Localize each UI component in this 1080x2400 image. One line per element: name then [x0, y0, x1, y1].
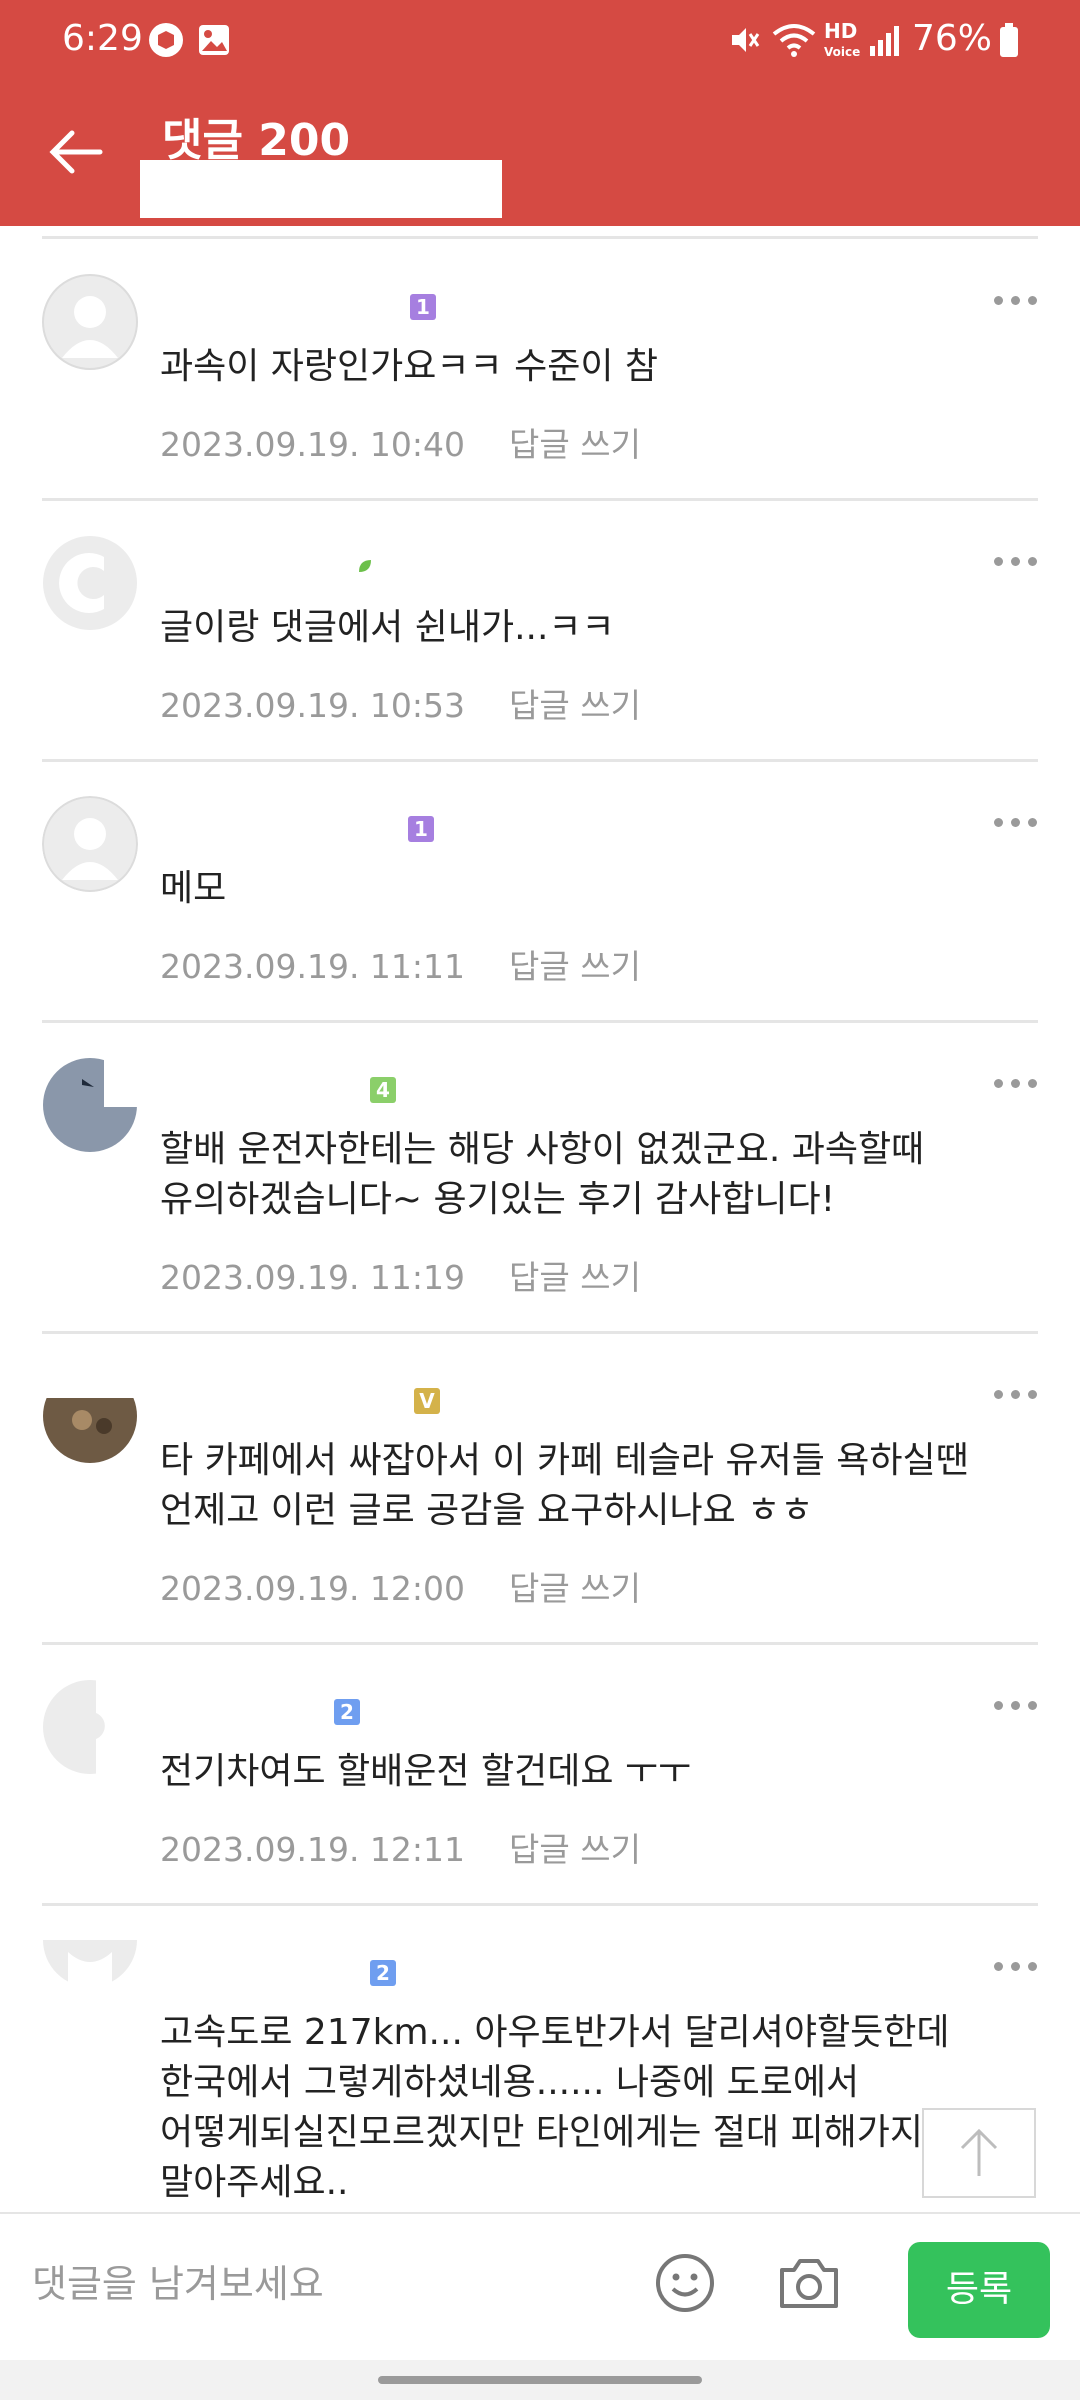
more-options-button[interactable] — [994, 1390, 1038, 1402]
avatar[interactable] — [42, 1368, 138, 1464]
divider — [42, 1903, 1038, 1906]
camera-icon[interactable] — [776, 2252, 842, 2314]
comment-meta: 2023.09.19. 10:40 답글 쓰기 — [160, 418, 641, 466]
hd-label: HD — [824, 19, 858, 43]
divider — [42, 1642, 1038, 1645]
comment-meta: 2023.09.19. 11:19 답글 쓰기 — [160, 1251, 641, 1299]
wifi-icon — [772, 22, 816, 62]
comment-meta: 2023.09.19. 12:00 답글 쓰기 — [160, 1562, 641, 1610]
home-gesture-bar[interactable] — [378, 2376, 702, 2384]
comment-input-bar: 등록 — [0, 2212, 1080, 2360]
comment-meta: 2023.09.19. 10:53 답글 쓰기 — [160, 679, 641, 727]
reply-button[interactable]: 답글 쓰기 — [509, 1258, 641, 1297]
arrow-up-icon — [960, 2128, 998, 2176]
comment-date: 2023.09.19. 12:11 — [160, 1830, 466, 1869]
comment-date: 2023.09.19. 10:40 — [160, 425, 466, 464]
battery-icon — [998, 22, 1020, 62]
avatar[interactable] — [42, 1679, 138, 1775]
avatar[interactable] — [42, 274, 138, 370]
more-options-button[interactable] — [994, 1079, 1038, 1091]
avatar[interactable] — [42, 1940, 138, 1988]
level-badge: 2 — [370, 1960, 396, 1986]
system-nav-bar — [0, 2360, 1080, 2400]
leaf-badge — [356, 555, 374, 573]
more-options-button[interactable] — [994, 818, 1038, 830]
back-button[interactable] — [44, 120, 108, 184]
divider — [42, 1020, 1038, 1023]
page-title: 댓글 200 — [162, 115, 351, 166]
comment-text: 타 카페에서 싸잡아서 이 카페 테슬라 유저들 욕하실땐 언제고 이런 글로 … — [160, 1440, 969, 1531]
comment-meta: 2023.09.19. 12:11 답글 쓰기 — [160, 1823, 641, 1871]
comments-header: 댓글 200 — [0, 90, 1080, 226]
app-header: 6:29 HD Voice 76% 댓글 200 — [0, 0, 1080, 226]
submit-button[interactable]: 등록 — [908, 2242, 1050, 2338]
level-badge: V — [414, 1388, 440, 1414]
comment-text: 메모 — [160, 868, 227, 909]
mute-icon — [726, 22, 762, 62]
gallery-icon — [196, 22, 232, 62]
reply-button[interactable]: 답글 쓰기 — [509, 1569, 641, 1608]
more-options-button[interactable] — [994, 296, 1038, 308]
comment-text: 고속도로 217km... 아우토반가서 달리셔야할듯한데 한국에서 그렇게하셨… — [160, 2012, 950, 2203]
avatar[interactable] — [42, 1057, 138, 1153]
divider — [42, 236, 1038, 239]
comment-text: 글이랑 댓글에서 쉰내가...ㅋㅋ — [160, 607, 615, 648]
more-options-button[interactable] — [994, 557, 1038, 569]
level-badge: 4 — [370, 1077, 396, 1103]
comment-date: 2023.09.19. 11:19 — [160, 1258, 466, 1297]
battery-percent: 76% — [912, 18, 993, 59]
voice-label: Voice — [824, 45, 861, 59]
app-icon — [148, 22, 184, 62]
redacted-title-block — [140, 160, 502, 218]
signal-icon — [868, 22, 902, 62]
comment-text: 과속이 자랑인가요ㅋㅋ 수준이 참 — [160, 346, 659, 387]
comment-date: 2023.09.19. 10:53 — [160, 686, 466, 725]
avatar[interactable] — [42, 796, 138, 892]
reply-button[interactable]: 답글 쓰기 — [509, 686, 641, 725]
comment-list[interactable]: 1 과속이 자랑인가요ㅋㅋ 수준이 참 2023.09.19. 10:40 답글 … — [0, 226, 1080, 2210]
reply-button[interactable]: 답글 쓰기 — [509, 947, 641, 986]
more-options-button[interactable] — [994, 1962, 1038, 1974]
comment-date: 2023.09.19. 11:11 — [160, 947, 466, 986]
level-badge: 2 — [334, 1699, 360, 1725]
comment-meta: 2023.09.19. 11:11 답글 쓰기 — [160, 940, 641, 988]
status-time: 6:29 — [62, 18, 143, 59]
divider — [42, 498, 1038, 501]
comment-date: 2023.09.19. 12:00 — [160, 1569, 466, 1608]
arrow-left-icon — [49, 130, 103, 174]
divider — [42, 1331, 1038, 1334]
comment-text: 할배 운전자한테는 해당 사항이 없겠군요. 과속할때 유의하겠습니다~ 용기있… — [160, 1129, 925, 1220]
level-badge: 1 — [410, 294, 436, 320]
reply-button[interactable]: 답글 쓰기 — [509, 1830, 641, 1869]
scroll-to-top-button[interactable] — [922, 2108, 1036, 2198]
comment-input[interactable] — [32, 2254, 592, 2314]
comment-text: 전기차여도 할배운전 할건데요 ㅜㅜ — [160, 1751, 692, 1792]
avatar[interactable] — [42, 535, 138, 631]
hd-voice-icon: HD Voice — [824, 19, 861, 61]
reply-button[interactable]: 답글 쓰기 — [509, 425, 641, 464]
more-options-button[interactable] — [994, 1701, 1038, 1713]
divider — [42, 759, 1038, 762]
level-badge: 1 — [408, 816, 434, 842]
smiley-icon[interactable] — [654, 2252, 716, 2314]
status-bar: 6:29 HD Voice 76% — [0, 0, 1080, 80]
